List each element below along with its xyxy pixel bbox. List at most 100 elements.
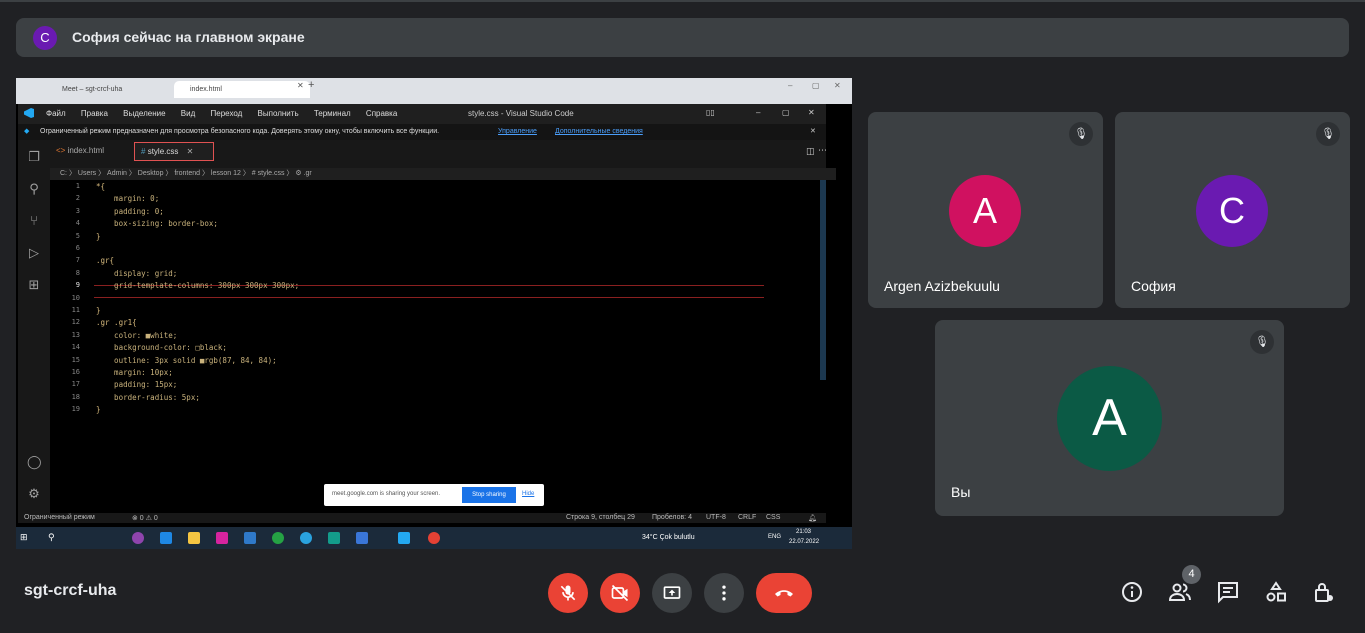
close-tab-icon[interactable]: ✕ <box>297 81 304 90</box>
menu-help[interactable]: Справка <box>366 109 397 118</box>
code-line[interactable]: margin: 0; <box>96 194 159 203</box>
taskbar-app-icon[interactable] <box>328 532 340 544</box>
line-number: 11 <box>71 306 80 314</box>
host-controls-button[interactable] <box>1312 580 1336 604</box>
code-line[interactable]: } <box>96 306 101 315</box>
code-line[interactable]: color: ■white; <box>96 331 177 340</box>
status-restricted[interactable]: Ограниченный режим <box>24 514 95 521</box>
menu-go[interactable]: Переход <box>211 109 243 118</box>
code-editor[interactable]: 1 *{2 margin: 0; 3 padding: 0; 4 box-sizing… <box>50 180 826 513</box>
presenter-avatar: С <box>33 26 57 50</box>
close-icon[interactable]: ✕ <box>808 108 815 117</box>
self-tile[interactable]: 🎙︎ A Вы <box>935 320 1284 516</box>
whatsapp-icon[interactable] <box>272 532 284 544</box>
leave-call-button[interactable] <box>756 573 812 613</box>
hide-link[interactable]: Hide <box>522 491 534 497</box>
minimize-icon[interactable]: – <box>756 108 760 117</box>
code-line[interactable]: margin: 10px; <box>96 368 173 377</box>
status-eol[interactable]: CRLF <box>738 514 756 521</box>
breadcrumb[interactable]: C: 〉 Users 〉 Admin 〉 Desktop 〉 frontend … <box>50 168 836 180</box>
status-spaces[interactable]: Пробелов: 4 <box>652 514 692 521</box>
code-line[interactable]: .gr{ <box>96 256 114 265</box>
settings-gear-icon[interactable]: ⚙ <box>27 487 41 501</box>
chat-button[interactable] <box>1216 580 1240 604</box>
share-notice-text: meet.google.com is sharing your screen. <box>332 491 441 497</box>
taskbar-app-icon[interactable] <box>356 532 368 544</box>
instagram-icon[interactable] <box>216 532 228 544</box>
meeting-info-button[interactable] <box>1120 580 1144 604</box>
telegram-icon[interactable] <box>300 532 312 544</box>
manage-link[interactable]: Управление <box>498 128 537 135</box>
file-explorer-icon[interactable] <box>188 532 200 544</box>
code-line[interactable]: padding: 15px; <box>96 380 177 389</box>
camera-toggle-button[interactable] <box>600 573 640 613</box>
tab-style-css[interactable]: # style.css ✕ <box>134 142 214 161</box>
code-line[interactable]: } <box>96 405 101 414</box>
vscode-logo-icon <box>24 108 34 118</box>
code-line[interactable]: background-color: □black; <box>96 343 227 352</box>
code-line[interactable]: } <box>96 232 101 241</box>
code-line[interactable]: *{ <box>96 182 105 191</box>
more-actions-icon[interactable]: ⋯ <box>818 145 827 156</box>
account-icon[interactable]: ◯ <box>27 455 42 469</box>
meeting-code: sgt-crcf-uha <box>24 582 117 599</box>
menu-selection[interactable]: Выделение <box>123 109 165 118</box>
search-icon[interactable]: ⚲ <box>27 182 41 196</box>
weather-text[interactable]: 34°C Çok bulutlu <box>642 534 695 541</box>
status-language[interactable]: CSS <box>766 514 780 521</box>
menu-file[interactable]: Файл <box>46 109 66 118</box>
activities-button[interactable] <box>1264 580 1288 604</box>
tab-index-html[interactable]: <> index.html <box>56 146 104 155</box>
explorer-icon[interactable]: ❐ <box>27 150 41 164</box>
taskbar-app-icon[interactable] <box>132 532 144 544</box>
code-line[interactable]: outline: 3px solid ■rgb(87, 84, 84); <box>96 356 277 365</box>
present-screen-button[interactable] <box>652 573 692 613</box>
maximize-icon[interactable]: ▢ <box>782 108 790 117</box>
participant-name: Argen Azizbekuulu <box>884 278 1000 294</box>
code-line[interactable]: .gr .gr1{ <box>96 318 137 327</box>
code-line[interactable]: display: grid; <box>96 269 177 278</box>
participant-tile[interactable]: 🎙︎ С София <box>1115 112 1350 308</box>
browser-tab-meet[interactable]: Meet – sgt-crcf-uha <box>46 81 172 98</box>
minimap[interactable] <box>820 180 826 380</box>
code-line[interactable]: border-radius: 5px; <box>96 393 200 402</box>
maximize-icon[interactable]: ▢ <box>812 81 820 90</box>
notifications-bell-icon[interactable]: 🔔︎ <box>808 514 817 522</box>
participant-tile[interactable]: 🎙︎ A Argen Azizbekuulu <box>868 112 1103 308</box>
close-banner-icon[interactable]: ✕ <box>810 127 816 135</box>
status-problems[interactable]: ⊗ 0 ⚠ 0 <box>132 514 158 522</box>
source-control-icon[interactable]: ⑂ <box>27 214 41 228</box>
run-debug-icon[interactable]: ▷ <box>27 246 41 260</box>
layout-icon[interactable]: ▯▯ <box>706 108 715 117</box>
more-options-button[interactable] <box>704 573 744 613</box>
browser-tab-index[interactable]: index.html <box>174 81 310 98</box>
edge-icon[interactable] <box>160 532 172 544</box>
menu-terminal[interactable]: Терминал <box>314 109 351 118</box>
mail-icon[interactable] <box>244 532 256 544</box>
vscode-window-title: style.css - Visual Studio Code <box>468 109 574 118</box>
close-tab-icon[interactable]: ✕ <box>187 147 194 156</box>
code-line[interactable]: padding: 0; <box>96 207 164 216</box>
menu-view[interactable]: Вид <box>181 109 195 118</box>
menu-run[interactable]: Выполнить <box>258 109 299 118</box>
code-line[interactable]: box-sizing: border-box; <box>96 219 218 228</box>
stop-sharing-button[interactable]: Stop sharing <box>462 487 516 503</box>
status-position[interactable]: Строка 9, столбец 29 <box>566 514 635 521</box>
vscode-taskbar-icon[interactable] <box>398 532 410 544</box>
menu-edit[interactable]: Правка <box>81 109 108 118</box>
lang-indicator[interactable]: ENG <box>768 534 781 540</box>
taskbar-search-icon[interactable]: ⚲ <box>48 532 55 543</box>
self-name: Вы <box>951 484 971 500</box>
new-tab-icon[interactable]: + <box>308 79 314 91</box>
close-window-icon[interactable]: ✕ <box>834 81 841 90</box>
windows-start-icon[interactable]: ⊞ <box>20 532 28 543</box>
minimize-icon[interactable]: – <box>788 81 792 90</box>
restricted-mode-text: Ограниченный режим предназначен для прос… <box>40 128 440 135</box>
mic-toggle-button[interactable] <box>548 573 588 613</box>
more-info-link[interactable]: Дополнительные сведения <box>555 128 643 135</box>
code-line[interactable]: grid-template-columns: 300px 300px 300px… <box>96 281 299 290</box>
chrome-icon[interactable] <box>428 532 440 544</box>
status-encoding[interactable]: UTF-8 <box>706 514 726 521</box>
split-editor-icon[interactable]: ◫ <box>806 146 815 157</box>
extensions-icon[interactable]: ⊞ <box>27 278 41 292</box>
